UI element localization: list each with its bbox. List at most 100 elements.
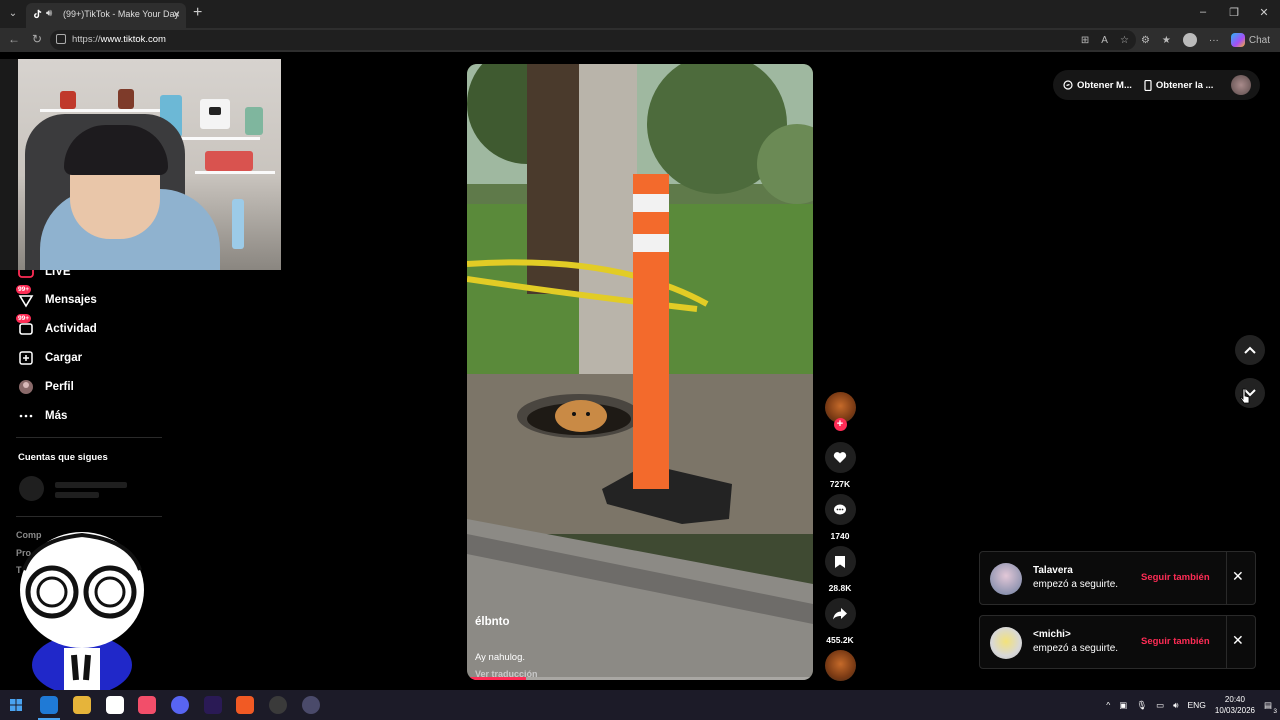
extensions-icon[interactable]: ⚙	[1141, 35, 1150, 46]
video-progress-fill	[467, 677, 526, 680]
discord-icon[interactable]	[171, 696, 189, 714]
notification-text: empezó a seguirte.	[1033, 579, 1119, 590]
language-indicator[interactable]: ENG	[1188, 700, 1206, 710]
notification-avatar[interactable]	[990, 563, 1022, 595]
follow-back-button[interactable]: Seguir también	[1141, 636, 1210, 647]
user-avatar[interactable]	[1231, 75, 1252, 95]
brave-browser-icon[interactable]	[236, 696, 254, 714]
video-player[interactable]: élbnto Ay nahulog. Ver traducción	[467, 64, 813, 680]
address-bar[interactable]: https://www.tiktok.com	[50, 30, 1136, 50]
following-skeleton-bar	[55, 482, 127, 488]
notification-user-name[interactable]: <michi>	[1033, 629, 1071, 640]
windows-app-icon[interactable]	[106, 696, 124, 714]
sidebar-divider	[16, 437, 162, 438]
sidebar-item-label: Cargar	[45, 352, 83, 364]
more-menu-icon[interactable]: ···	[1209, 35, 1219, 46]
translate-icon[interactable]: A	[1101, 35, 1108, 46]
top-right-actions: Obtener M... Obtener la ...	[1053, 70, 1260, 100]
notification-separator	[1226, 616, 1227, 668]
save-button[interactable]: 28.8K	[822, 546, 858, 593]
mouse-cursor-icon	[1240, 388, 1250, 404]
sidebar-item-activity[interactable]: 99+ Actividad	[16, 314, 97, 340]
favorites-icon[interactable]: ★	[1162, 35, 1171, 46]
previous-video-button[interactable]	[1235, 335, 1265, 365]
back-icon[interactable]: ←	[8, 32, 20, 46]
close-icon[interactable]: ✕	[1232, 632, 1244, 649]
obs-icon[interactable]	[269, 696, 287, 714]
youtube-play-button-icon	[209, 107, 221, 115]
volume-icon[interactable]: 🔊︎	[1173, 700, 1178, 711]
close-window-icon[interactable]: ✕	[1254, 6, 1274, 19]
heart-icon	[824, 442, 856, 473]
restore-icon[interactable]: ❐	[1224, 6, 1244, 19]
sidebar-item-label: Actividad	[45, 323, 97, 335]
shelf	[195, 171, 275, 174]
upload-icon	[18, 350, 34, 366]
clock[interactable]: 20:40 10/03/2026	[1215, 694, 1255, 716]
tab-audio-icon[interactable]: 🔊︎	[46, 8, 52, 19]
premiere-pro-icon[interactable]	[204, 696, 222, 714]
network-icon[interactable]: ▭	[1156, 700, 1164, 711]
music-disc-icon	[824, 650, 856, 681]
follow-plus-icon[interactable]: +	[833, 418, 847, 431]
notification-center-icon[interactable]: ▤ 3	[1264, 700, 1277, 715]
get-app-label: Obtener la ...	[1155, 79, 1214, 91]
copilot-icon	[1230, 33, 1245, 47]
profile-icon	[18, 379, 34, 395]
like-button[interactable]: 727K	[822, 442, 858, 489]
figure-toy	[205, 151, 253, 171]
media-app-icon[interactable]	[302, 696, 320, 714]
sidebar-item-more[interactable]: Más	[18, 405, 67, 427]
tab-close-icon[interactable]: ×	[173, 7, 180, 21]
url-text: https://www.tiktok.com	[72, 34, 166, 45]
tiktok-page: LIVE 99+ Mensajes 99+ Actividad Cargar P…	[0, 52, 1280, 690]
edge-taskbar-icon[interactable]	[40, 696, 58, 714]
sidebar-item-profile[interactable]: Perfil	[18, 376, 74, 398]
music-app-icon[interactable]	[138, 696, 156, 714]
browser-tab[interactable]: 🔊︎ (99+)TikTok - Make Your Day ×	[26, 3, 186, 28]
video-author[interactable]: élbnto	[475, 616, 510, 628]
figure-toy	[60, 91, 76, 109]
following-section-title: Cuentas que sigues	[18, 452, 108, 463]
new-tab-icon[interactable]: +	[193, 4, 202, 22]
refresh-icon[interactable]: ↻	[32, 32, 42, 46]
figure-toy	[245, 107, 263, 135]
notification-count: 3	[1273, 707, 1277, 715]
notification-user-name[interactable]: Talavera	[1033, 565, 1073, 576]
sidebar-item-messages[interactable]: 99+ Mensajes	[16, 285, 97, 311]
site-info-icon[interactable]	[56, 34, 66, 44]
browser-tab-bar: ⌄ 🔊︎ (99+)TikTok - Make Your Day × + – ❐…	[0, 0, 1280, 28]
activity-icon: 99+	[16, 314, 34, 337]
minimize-icon[interactable]: –	[1193, 6, 1213, 18]
comment-button[interactable]: 1740	[822, 494, 858, 541]
profile-avatar-icon[interactable]	[1182, 33, 1197, 47]
creator-avatar-button[interactable]: +	[822, 392, 858, 431]
follow-back-button[interactable]: Seguir también	[1141, 572, 1210, 583]
copilot-chat-button[interactable]: Chat	[1230, 33, 1270, 47]
favorite-star-icon[interactable]: ☆	[1120, 35, 1129, 46]
music-disc-button[interactable]	[822, 650, 858, 681]
microphone-icon[interactable]: 🎙︎	[1136, 700, 1147, 711]
app-available-icon[interactable]: ⊞	[1081, 35, 1089, 46]
bookmark-icon	[824, 546, 856, 577]
webcam-wall-edge	[0, 59, 18, 270]
windows-start-icon[interactable]	[10, 699, 22, 711]
shelf	[40, 109, 160, 112]
sidebar-item-upload[interactable]: Cargar	[18, 347, 82, 369]
video-progress-bar[interactable]	[467, 677, 813, 680]
notification-avatar[interactable]	[990, 627, 1022, 659]
close-icon[interactable]: ✕	[1232, 568, 1244, 585]
get-coins-button[interactable]: Obtener M...	[1063, 80, 1132, 91]
share-button[interactable]: 455.2K	[822, 598, 858, 645]
meet-now-icon[interactable]: ▣	[1119, 700, 1127, 711]
show-hidden-icons-icon[interactable]: ^	[1106, 700, 1110, 710]
chevron-up-icon	[1244, 346, 1256, 354]
tiktok-favicon-icon	[34, 9, 42, 19]
share-count: 455.2K	[826, 635, 854, 645]
messages-badge: 99+	[16, 285, 32, 294]
video-frame	[467, 64, 813, 680]
get-app-button[interactable]: Obtener la ...	[1144, 79, 1214, 91]
file-explorer-icon[interactable]	[73, 696, 91, 714]
tab-actions-menu-icon[interactable]: ⌄	[4, 5, 22, 23]
notification-separator	[1226, 552, 1227, 604]
